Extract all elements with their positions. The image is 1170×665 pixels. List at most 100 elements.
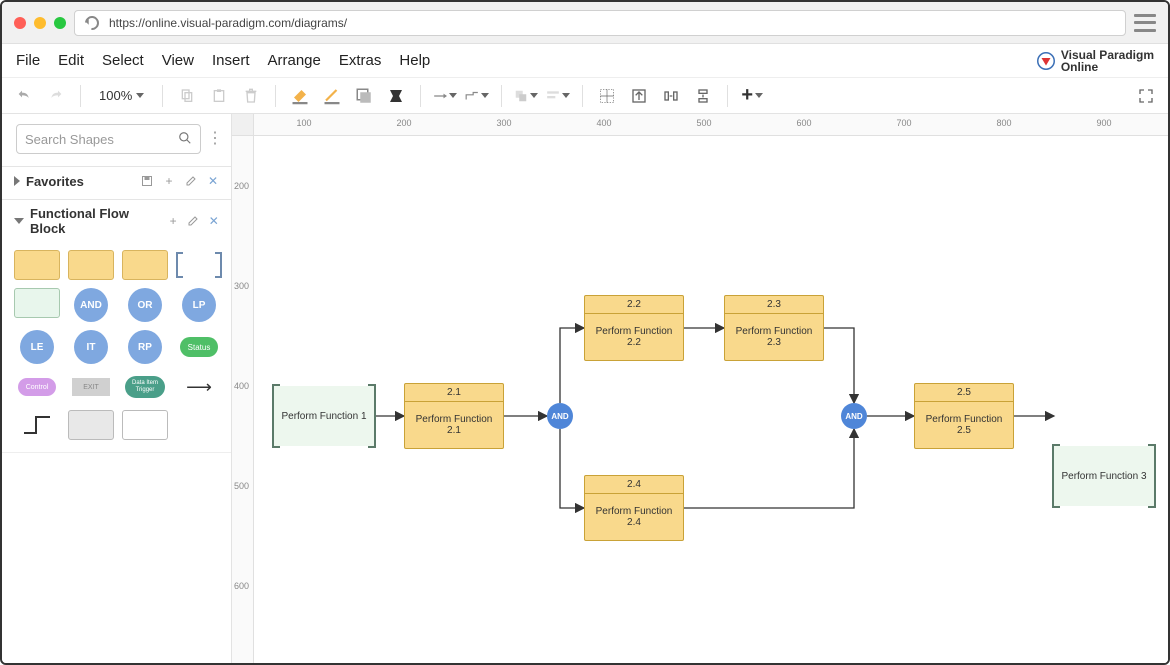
shadow-button[interactable]: [352, 84, 376, 108]
brand-logo-icon: [1037, 52, 1055, 70]
favorites-add-icon[interactable]: +: [161, 173, 177, 189]
undo-button[interactable]: [12, 84, 36, 108]
distribute-h-button[interactable]: [659, 84, 683, 108]
disclosure-open-icon: [14, 218, 24, 224]
close-window-button[interactable]: [14, 17, 26, 29]
palette-lp-gate[interactable]: LP: [182, 288, 216, 322]
palette-status[interactable]: Status: [180, 337, 218, 357]
palette-function-box-1[interactable]: [14, 250, 60, 280]
caret-down-icon: [481, 93, 489, 98]
favorites-edit-icon[interactable]: [183, 173, 199, 189]
ruler-tick: 500: [234, 481, 249, 491]
node-id: 2.3: [725, 296, 823, 314]
node-id: 2.5: [915, 384, 1013, 402]
favorites-close-icon[interactable]: ✕: [205, 173, 221, 189]
node-function-2-1[interactable]: 2.1 Perform Function 2.1: [404, 383, 504, 449]
distribute-v-button[interactable]: [691, 84, 715, 108]
zoom-dropdown[interactable]: 100%: [93, 88, 150, 103]
node-function-2-2[interactable]: 2.2 Perform Function 2.2: [584, 295, 684, 361]
shape-palette: AND OR LP LE IT RP Status Control EXIT D…: [2, 242, 231, 453]
to-front-button[interactable]: [514, 84, 538, 108]
ruler-tick: 200: [396, 118, 411, 128]
node-function-2-3[interactable]: 2.3 Perform Function 2.3: [724, 295, 824, 361]
fit-page-button[interactable]: [627, 84, 651, 108]
node-ref-function-1[interactable]: Perform Function 1: [274, 386, 374, 446]
grid-button[interactable]: [595, 84, 619, 108]
caret-down-icon: [755, 93, 763, 98]
address-bar[interactable]: https://online.visual-paradigm.com/diagr…: [74, 10, 1126, 36]
favorites-label: Favorites: [26, 174, 84, 189]
palette-reference-box[interactable]: [176, 250, 222, 280]
caret-down-icon: [562, 93, 570, 98]
line-color-button[interactable]: [320, 84, 344, 108]
node-function-2-4[interactable]: 2.4 Perform Function 2.4: [584, 475, 684, 541]
palette-arrow[interactable]: ⟶: [176, 372, 222, 402]
ruler-tick: 600: [796, 118, 811, 128]
palette-or-gate[interactable]: OR: [128, 288, 162, 322]
disclosure-closed-icon: [14, 176, 20, 186]
node-id: 2.2: [585, 296, 683, 314]
palette-green-box[interactable]: [14, 288, 60, 318]
node-function-2-5[interactable]: 2.5 Perform Function 2.5: [914, 383, 1014, 449]
menu-extras[interactable]: Extras: [339, 52, 382, 69]
ffb-add-icon[interactable]: +: [166, 213, 180, 229]
menu-edit[interactable]: Edit: [58, 52, 84, 69]
node-ref-function-3[interactable]: Perform Function 3: [1054, 446, 1154, 506]
node-label: AND: [551, 412, 568, 421]
palette-rp-gate[interactable]: RP: [128, 330, 162, 364]
connector-style-button[interactable]: [433, 84, 457, 108]
sidebar-more-icon[interactable]: ⋮: [207, 133, 221, 145]
node-label: Perform Function 2.2: [585, 314, 683, 360]
fullscreen-button[interactable]: [1134, 84, 1158, 108]
browser-menu-icon[interactable]: [1134, 14, 1156, 32]
search-shapes-input[interactable]: Search Shapes: [16, 124, 201, 154]
node-label: Perform Function 2.5: [915, 402, 1013, 448]
menu-bar: File Edit Select View Insert Arrange Ext…: [2, 44, 1168, 78]
menu-select[interactable]: Select: [102, 52, 144, 69]
waypoint-style-button[interactable]: [465, 84, 489, 108]
menu-view[interactable]: View: [162, 52, 194, 69]
favorites-save-icon[interactable]: [139, 173, 155, 189]
maximize-window-button[interactable]: [54, 17, 66, 29]
ffb-edit-icon[interactable]: [186, 213, 200, 229]
menu-file[interactable]: File: [16, 52, 40, 69]
palette-exit[interactable]: EXIT: [72, 378, 110, 396]
minimize-window-button[interactable]: [34, 17, 46, 29]
ffb-close-icon[interactable]: ✕: [207, 213, 221, 229]
ruler-tick: 500: [696, 118, 711, 128]
ffb-header[interactable]: Functional Flow Block + ✕: [2, 200, 231, 242]
add-button[interactable]: +: [740, 84, 764, 108]
copy-button[interactable]: [175, 84, 199, 108]
redo-button[interactable]: [44, 84, 68, 108]
paste-button[interactable]: [207, 84, 231, 108]
menu-help[interactable]: Help: [399, 52, 430, 69]
style-button[interactable]: [384, 84, 408, 108]
ffb-label: Functional Flow Block: [30, 206, 154, 236]
palette-trigger[interactable]: Data Item Trigger: [125, 376, 165, 398]
menu-arrange[interactable]: Arrange: [268, 52, 321, 69]
align-button[interactable]: [546, 84, 570, 108]
reload-icon[interactable]: [82, 13, 102, 33]
ruler-corner: [232, 114, 254, 136]
palette-and-gate[interactable]: AND: [74, 288, 108, 322]
palette-it-gate[interactable]: IT: [74, 330, 108, 364]
palette-function-box-2[interactable]: [68, 250, 114, 280]
canvas-area[interactable]: 100 200 300 400 500 600 700 800 900 200 …: [232, 114, 1168, 665]
menu-insert[interactable]: Insert: [212, 52, 250, 69]
fill-color-button[interactable]: [288, 84, 312, 108]
favorites-header[interactable]: Favorites + ✕: [2, 167, 231, 195]
brand-logo-area[interactable]: Visual Paradigm Online: [1037, 49, 1154, 73]
palette-function-box-3[interactable]: [122, 250, 168, 280]
caret-down-icon: [530, 93, 538, 98]
palette-gray-rect[interactable]: [68, 410, 114, 440]
diagram-canvas[interactable]: Perform Function 1 2.1 Perform Function …: [254, 136, 1168, 665]
search-icon[interactable]: [178, 131, 192, 148]
palette-step-line[interactable]: [14, 410, 60, 440]
delete-button[interactable]: [239, 84, 263, 108]
sidebar: Search Shapes ⋮ Favorites + ✕: [2, 114, 232, 665]
palette-control[interactable]: Control: [18, 378, 56, 396]
node-and-gate-2[interactable]: AND: [841, 403, 867, 429]
palette-white-rect[interactable]: [122, 410, 168, 440]
node-and-gate-1[interactable]: AND: [547, 403, 573, 429]
palette-le-gate[interactable]: LE: [20, 330, 54, 364]
